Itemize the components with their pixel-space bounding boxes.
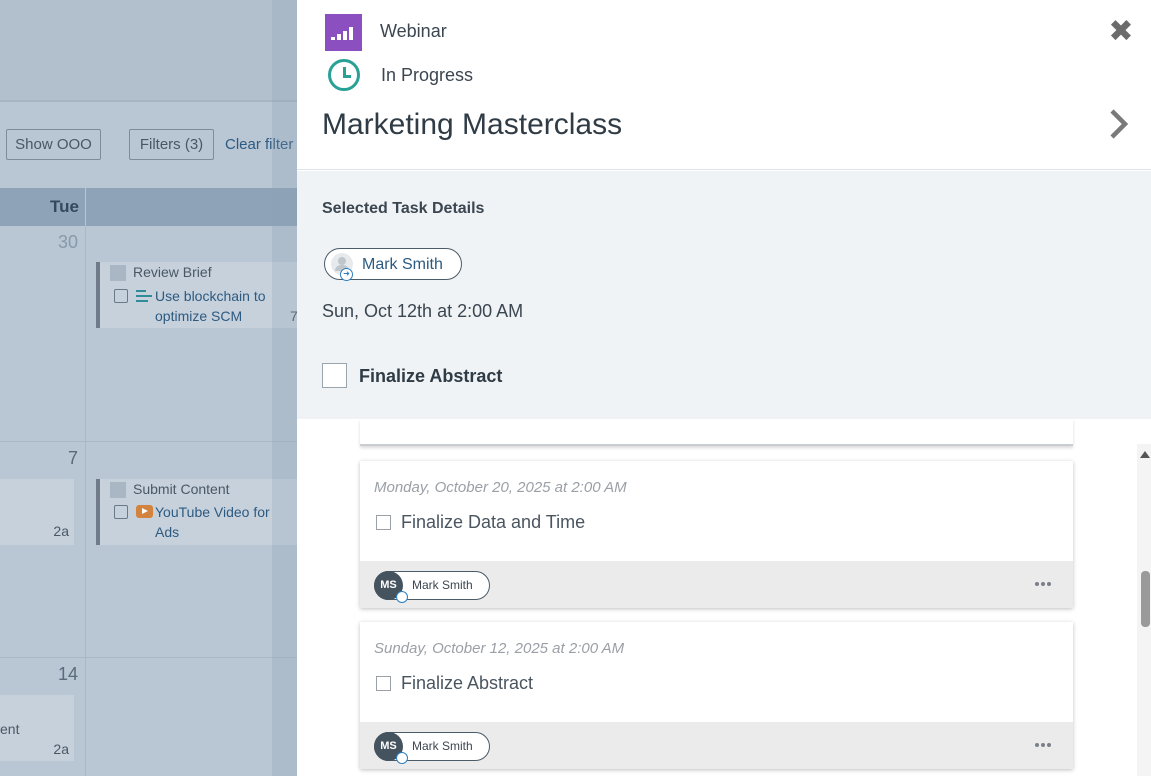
scroll-up-icon[interactable]	[1140, 451, 1150, 458]
event-title-fragment: ent	[0, 721, 20, 737]
calendar-day-header: Tue	[0, 188, 297, 226]
program-type-label: Webinar	[380, 21, 447, 41]
background-calendar: Show OOO Filters (3) Clear filter Tue 30…	[0, 0, 297, 776]
assignee-chip[interactable]: MS Mark Smith	[374, 732, 490, 764]
calendar-icon	[114, 289, 128, 303]
calendar-task-card[interactable]: Review Brief Use blockchain to optimize …	[96, 262, 297, 328]
task-checkbox[interactable]	[376, 676, 391, 691]
task-detail-panel: Webinar In Progress Marketing Masterclas…	[297, 0, 1151, 776]
task-date: Monday, October 20, 2025 at 2:00 AM	[374, 479, 627, 496]
due-date: Sun, Oct 12th at 2:00 AM	[322, 301, 524, 321]
day-number: 30	[58, 232, 79, 252]
day-header-separator	[85, 188, 86, 226]
youtube-icon	[136, 505, 153, 518]
task-card-footer: MS Mark Smith	[360, 561, 1073, 608]
selected-task-details: Selected Task Details ➜ Mark Smith Sun, …	[297, 171, 1151, 419]
close-icon[interactable]: ✖	[1107, 17, 1135, 47]
arrow-badge-icon	[396, 752, 408, 764]
panel-header: Webinar In Progress Marketing Masterclas…	[297, 0, 1151, 170]
person-icon	[110, 265, 126, 281]
calendar-icon	[114, 505, 128, 519]
webinar-type-icon	[325, 14, 362, 51]
person-icon	[110, 482, 126, 498]
calendar-event[interactable]: ent 2a	[0, 695, 74, 761]
task-title: Ads	[155, 524, 180, 540]
task-complete-checkbox[interactable]	[322, 363, 347, 388]
filters-button[interactable]: Filters (3)	[129, 129, 214, 160]
clock-icon	[328, 59, 360, 91]
page-title: Marketing Masterclass	[322, 108, 623, 141]
task-title: YouTube Video for	[155, 504, 270, 520]
task-card[interactable]: Sunday, October 12, 2025 at 2:00 AM Fina…	[360, 622, 1073, 769]
calendar-task-card[interactable]: Submit Content YouTube Video for Ads	[96, 479, 297, 545]
details-heading: Selected Task Details	[322, 200, 485, 217]
chevron-right-icon[interactable]	[1105, 108, 1133, 140]
show-ooo-button[interactable]: Show OOO	[6, 129, 101, 160]
day-number: 7	[68, 448, 79, 468]
task-card-footer: MS Mark Smith	[360, 722, 1073, 769]
overlay-shade	[272, 0, 297, 776]
task-date: Sunday, October 12, 2025 at 2:00 AM	[374, 640, 625, 657]
task-list: Monday, October 20, 2025 at 2:00 AM Fina…	[297, 419, 1151, 776]
assignee-chip[interactable]: ➜ Mark Smith	[324, 248, 462, 281]
event-time: 2a	[53, 523, 69, 539]
task-card[interactable]: Monday, October 20, 2025 at 2:00 AM Fina…	[360, 461, 1073, 608]
assignee-name: Mark Smith	[412, 578, 473, 592]
task-card	[360, 419, 1073, 446]
scrollbar-thumb[interactable]	[1141, 571, 1150, 627]
calendar-row-divider	[0, 657, 297, 658]
task-title: optimize SCM	[155, 308, 243, 324]
assignee-name: Mark Smith	[362, 256, 443, 273]
task-name: Finalize Data and Time	[401, 512, 586, 532]
event-time: 2a	[53, 741, 69, 757]
task-title: Use blockchain to	[155, 288, 266, 304]
day-number: 14	[58, 664, 79, 684]
assignee-name: Mark Smith	[412, 739, 473, 753]
task-step: Submit Content	[133, 481, 230, 497]
calendar-column-divider	[85, 226, 86, 776]
ellipsis-icon[interactable]	[1028, 736, 1058, 754]
task-checkbox[interactable]	[376, 515, 391, 530]
task-step: Review Brief	[133, 264, 212, 280]
task-name: Finalize Abstract	[401, 673, 534, 693]
arrow-badge-icon	[396, 591, 408, 603]
assignee-chip[interactable]: MS Mark Smith	[374, 571, 490, 603]
ellipsis-icon[interactable]	[1028, 575, 1058, 593]
calendar-top-band	[0, 0, 297, 102]
day-header-tue: Tue	[50, 197, 79, 216]
status-label: In Progress	[381, 65, 474, 85]
task-name: Finalize Abstract	[359, 366, 503, 386]
timeline-icon	[136, 290, 152, 304]
calendar-row-divider	[0, 441, 297, 442]
calendar-event[interactable]: 2a	[0, 479, 74, 545]
arrow-badge-icon: ➜	[340, 268, 353, 281]
